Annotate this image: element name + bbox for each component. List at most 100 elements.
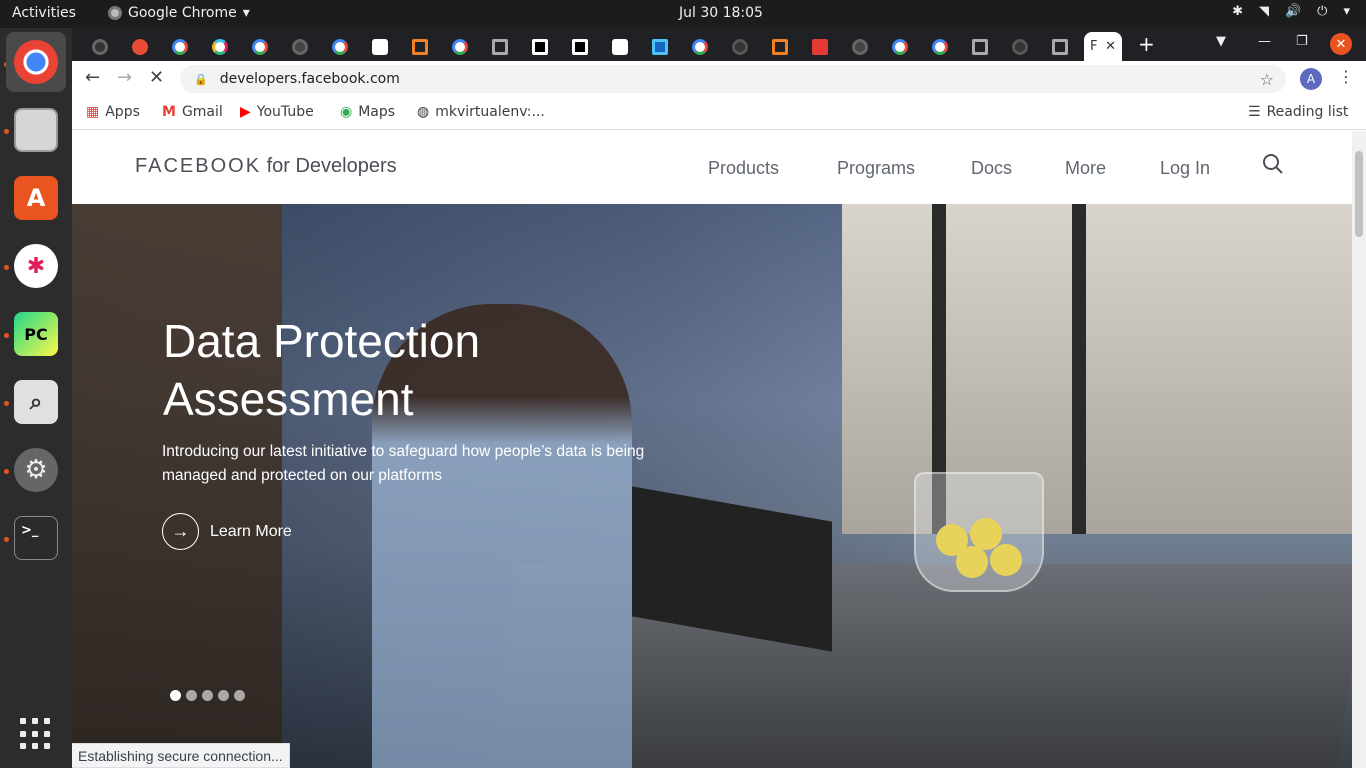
app-menu[interactable]: Google Chrome ▾ [108,5,250,21]
dock-software-center[interactable]: A [6,168,66,228]
globe-icon [292,38,308,55]
tab[interactable] [480,32,520,61]
dock-settings[interactable]: ⚙ [6,440,66,500]
chevron-down-icon[interactable]: ▾ [1343,4,1350,19]
search-icon[interactable] [1262,153,1284,175]
system-tray[interactable]: ✱ ◥ 🔊 ⏻ ▾ [1232,4,1350,19]
dock-pycharm[interactable]: PC [6,304,66,364]
tab[interactable] [360,32,400,61]
maximize-button[interactable]: ❐ [1296,34,1308,49]
tab[interactable] [440,32,480,61]
tab[interactable] [840,32,880,61]
close-window-button[interactable]: ✕ [1330,33,1352,55]
reading-list-icon: ☰ [1248,104,1261,120]
tab[interactable] [400,32,440,61]
bookmark-apps[interactable]: ▦ Apps [86,104,140,120]
wifi-icon[interactable]: ◥ [1259,4,1269,19]
tab[interactable] [680,32,720,61]
clock[interactable]: Jul 30 18:05 [679,5,763,21]
hero-title: Data Protection Assessment [163,312,683,428]
back-arrow-icon[interactable]: ← [85,67,100,88]
tab-title: F [1090,39,1098,54]
tab[interactable] [920,32,960,61]
bookmark-star-icon[interactable]: ☆ [1260,70,1274,89]
slack-tray-icon[interactable]: ✱ [1232,4,1243,19]
reading-list-button[interactable]: ☰ Reading list [1248,104,1348,120]
dock-chrome[interactable] [6,32,66,92]
tab-active-facebook-developers[interactable]: F ✕ [1084,32,1122,61]
tab[interactable] [320,32,360,61]
bookmark-label: Gmail [181,104,223,120]
tab[interactable] [240,32,280,61]
tab[interactable] [520,32,560,61]
carousel-dot[interactable] [202,690,213,701]
chrome-window: F ✕ + ▼ — ❐ ✕ ← → ✕ 🔒 developers.faceboo… [72,28,1366,768]
stackoverflow-icon [412,38,428,55]
activities-button[interactable]: Activities [12,5,76,21]
stackoverflow-icon [772,38,788,55]
bookmark-label: mkvirtualenv:... [435,104,545,120]
close-tab-icon[interactable]: ✕ [1105,39,1116,54]
nav-docs[interactable]: Docs [971,158,1012,179]
dock-terminal[interactable]: >_ [6,508,66,568]
tab[interactable] [640,32,680,61]
forward-arrow-icon[interactable]: → [117,67,132,88]
bookmark-youtube[interactable]: ▶ YouTube [240,104,314,120]
url-text[interactable]: developers.facebook.com [220,71,400,87]
profile-avatar[interactable]: A [1300,68,1322,90]
tab[interactable] [880,32,920,61]
nav-more[interactable]: More [1065,158,1106,179]
power-icon[interactable]: ⏻ [1317,4,1327,19]
chrome-menu-icon[interactable]: ⋮ [1338,67,1354,86]
nav-products[interactable]: Products [708,158,779,179]
scrollbar-thumb[interactable] [1355,151,1363,237]
tab[interactable] [80,32,120,61]
carousel-dots [170,690,245,701]
page-scrollbar[interactable] [1352,131,1366,768]
tab[interactable] [280,32,320,61]
show-applications-button[interactable] [20,718,52,750]
loading-icon [1012,38,1028,55]
new-tab-button[interactable]: + [1138,32,1155,56]
tab[interactable] [760,32,800,61]
tab[interactable] [200,32,240,61]
logo-brand: FACEBOOK [135,155,262,177]
status-bubble: Establishing secure connection... [72,743,290,768]
tab[interactable] [600,32,640,61]
address-bar[interactable]: 🔒 developers.facebook.com ☆ [180,65,1286,93]
nav-log-in[interactable]: Log In [1160,158,1210,179]
chrome-icon [108,6,122,20]
nav-programs[interactable]: Programs [837,158,915,179]
minimize-button[interactable]: — [1258,34,1271,49]
bookmark-label: Maps [358,104,396,120]
bookmark-mkvirtualenv[interactable]: ◍ mkvirtualenv:... [417,104,545,120]
tab-search-icon[interactable]: ▼ [1216,34,1226,49]
dock-files[interactable] [6,100,66,160]
tab[interactable] [1040,32,1080,61]
site-logo[interactable]: FACEBOOK for Developers [135,155,397,178]
tab[interactable] [120,32,160,61]
dock-slack[interactable]: ✱ [6,236,66,296]
tab[interactable] [560,32,600,61]
lock-icon[interactable]: 🔒 [194,73,208,86]
carousel-dot[interactable] [186,690,197,701]
stop-loading-icon[interactable]: ✕ [149,67,164,88]
carousel-dot[interactable] [170,690,181,701]
carousel-dot[interactable] [218,690,229,701]
files-icon [14,108,58,152]
terminal-icon: >_ [14,516,58,560]
tab[interactable] [720,32,760,61]
volume-icon[interactable]: 🔊 [1285,4,1301,19]
learn-more-button[interactable]: → Learn More [162,513,292,550]
carousel-dot[interactable] [234,690,245,701]
web-page: FACEBOOK for Developers Products Program… [72,131,1352,768]
google-icon [172,38,188,55]
bookmark-maps[interactable]: ◉ Maps [340,104,395,120]
dock-image-viewer[interactable]: ⌕ [6,372,66,432]
bookmark-gmail[interactable]: M Gmail [162,104,223,120]
tab[interactable] [960,32,1000,61]
google-icon [692,38,708,55]
tab[interactable] [1000,32,1040,61]
tab[interactable] [160,32,200,61]
tab[interactable] [800,32,840,61]
